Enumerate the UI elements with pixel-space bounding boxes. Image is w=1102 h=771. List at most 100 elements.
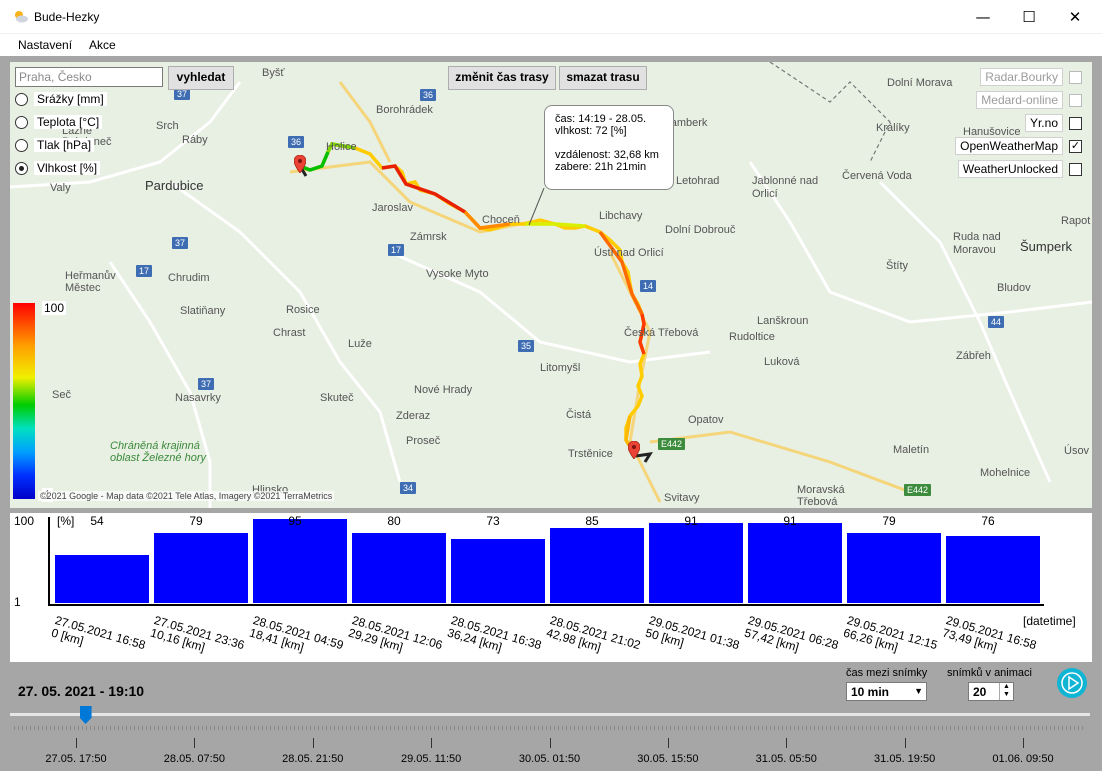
road-shield: 35 [518,340,535,352]
route-point-tooltip: čas: 14:19 - 28.05. vlhkost: 72 [%] vzdá… [544,105,674,190]
source-label: OpenWeatherMap [955,137,1063,155]
chart-bar-value: 91 [783,514,797,528]
place-lukova: Luková [764,356,800,368]
place-pardubice: Pardubice [145,178,204,193]
radio-icon[interactable] [15,92,28,106]
search-input[interactable] [15,67,163,87]
source-label: Medard-online [976,91,1063,109]
place-sec: Seč [52,389,71,401]
delete-route-button[interactable]: smazat trasu [559,66,647,90]
stepper-up-icon[interactable]: ▲ [999,683,1013,691]
time-slider-tick-label: 27.05. 17:50 [45,753,107,765]
place-byst: Byšť [262,67,285,79]
window-title: Bude-Hezky [34,10,100,24]
time-slider-tick [667,738,669,748]
source-weatherunlocked[interactable]: WeatherUnlocked [957,160,1082,178]
place-chocen: Choceň [482,214,520,226]
chart-x-tick-label: 29.05.2021 01:38 50 [km] [643,613,742,653]
chart-bar-value: 73 [486,514,500,528]
place-svitavy: Svitavy [664,492,700,504]
change-route-time-button[interactable]: změnit čas trasy [448,66,556,90]
place-chranena: Chráněná krajinná oblast Železné hory [110,440,206,464]
close-button[interactable]: ✕ [1052,0,1098,34]
frames-stepper[interactable]: 20 ▲ ▼ [968,682,1014,701]
source-label: Radar.Bourky [980,68,1063,86]
minimize-button[interactable]: — [960,0,1006,34]
chart-x-tick-label: 29.05.2021 06:28 57,42 [km] [742,613,841,655]
place-valy: Valy [50,182,71,194]
checkbox-checked[interactable]: ✓ [1069,139,1082,153]
layer-option-temperature[interactable]: Teplota [°C] [15,115,103,129]
place-luze: Luže [348,338,372,350]
checkbox[interactable] [1069,70,1082,84]
chart-x-tick-label: 28.05.2021 04:59 18,41 [km] [247,613,346,655]
chart-bar [649,523,743,603]
place-ruda: Ruda nad Moravou [953,231,1001,256]
place-dolni-dobrouc: Dolní Dobrouč [665,224,736,236]
time-slider-tick [1023,738,1024,748]
chart-bar-value: 54 [90,514,104,528]
chart-bar [352,533,446,603]
frames-value: 20 [973,685,987,699]
radio-icon[interactable] [15,138,28,152]
source-radar-bourky[interactable]: Radar.Bourky [980,68,1082,86]
place-skutec: Skuteč [320,392,354,404]
route-start-marker-icon[interactable] [294,155,306,173]
tooltip-pointer [528,188,545,226]
play-button[interactable] [1057,668,1087,698]
layer-option-precipitation[interactable]: Srážky [mm] [15,92,107,106]
layer-option-humidity[interactable]: Vlhkost [%] [15,161,101,175]
time-slider-tick-label: 30.05. 15:50 [637,753,699,765]
road-shield: E442 [904,484,932,496]
place-zamrsk: Zámrsk [410,231,447,243]
place-bludov: Bludov [997,282,1031,294]
layer-label: Teplota [°C] [34,115,103,129]
source-openweathermap[interactable]: OpenWeatherMap ✓ [955,137,1082,155]
route-end-marker-icon[interactable] [628,441,640,459]
menu-akce[interactable]: Akce [89,38,116,52]
road-shield: 37 [172,237,189,249]
time-slider-track[interactable] [10,713,1090,716]
maximize-button[interactable]: ☐ [1006,0,1052,34]
tooltip-distance: vzdálenost: 32,68 km [555,149,659,161]
place-nove-hrady: Nové Hrady [414,384,473,396]
scale-max-label: 100 [42,301,67,315]
chart-bar-value: 79 [189,514,203,528]
chart-bar-value: 85 [585,514,599,528]
road-shield: 17 [388,244,405,256]
chart-bar-value: 79 [882,514,896,528]
checkbox[interactable] [1069,93,1082,107]
time-slider-tick-label: 31.05. 05:50 [755,753,817,765]
chart-bar [451,539,545,603]
checkbox[interactable] [1069,162,1082,176]
checkbox[interactable] [1069,116,1082,130]
layer-label: Vlhkost [%] [34,161,101,175]
road-shield: 37 [198,378,215,390]
chart-bar [55,555,149,603]
chart-bar-value: 95 [288,514,302,528]
stepper-down-icon[interactable]: ▼ [999,691,1013,700]
radio-icon[interactable] [15,115,28,129]
time-slider-tick-label: 31.05. 19:50 [874,753,936,765]
tooltip-humidity: vlhkost: 72 [%] [555,125,627,137]
time-slider-minor-ticks [14,726,1086,730]
place-stity: Štíty [886,260,909,272]
search-button[interactable]: vyhledat [168,66,234,90]
road-shield: 34 [400,482,417,494]
source-medard-online[interactable]: Medard-online [976,91,1082,109]
layer-label: Srážky [mm] [34,92,107,106]
place-jablonne: Jablonné nad Orlicí [752,175,819,200]
radio-selected-icon[interactable] [15,161,28,175]
time-slider-tick [786,738,788,748]
place-letohrad: Letohrad [676,175,720,187]
interval-select[interactable]: 10 min ▼ [846,682,927,701]
menu-nastaveni[interactable]: Nastavení [18,38,72,52]
place-borohradek: Borohrádek [376,104,433,116]
source-yr-no[interactable]: Yr.no [1024,114,1082,132]
chart-bar-value: 76 [981,514,995,528]
chart-x-tick-label: 28.05.2021 12:06 29,29 [km] [346,613,445,655]
place-raby: Ráby [182,134,208,146]
chart-bars: 54 27.05.2021 16:58 0 [km] 79 27.05.2021 23:… [10,513,1092,662]
layer-option-pressure[interactable]: Tlak [hPa] [15,138,95,152]
chart-bar-value: 80 [387,514,401,528]
